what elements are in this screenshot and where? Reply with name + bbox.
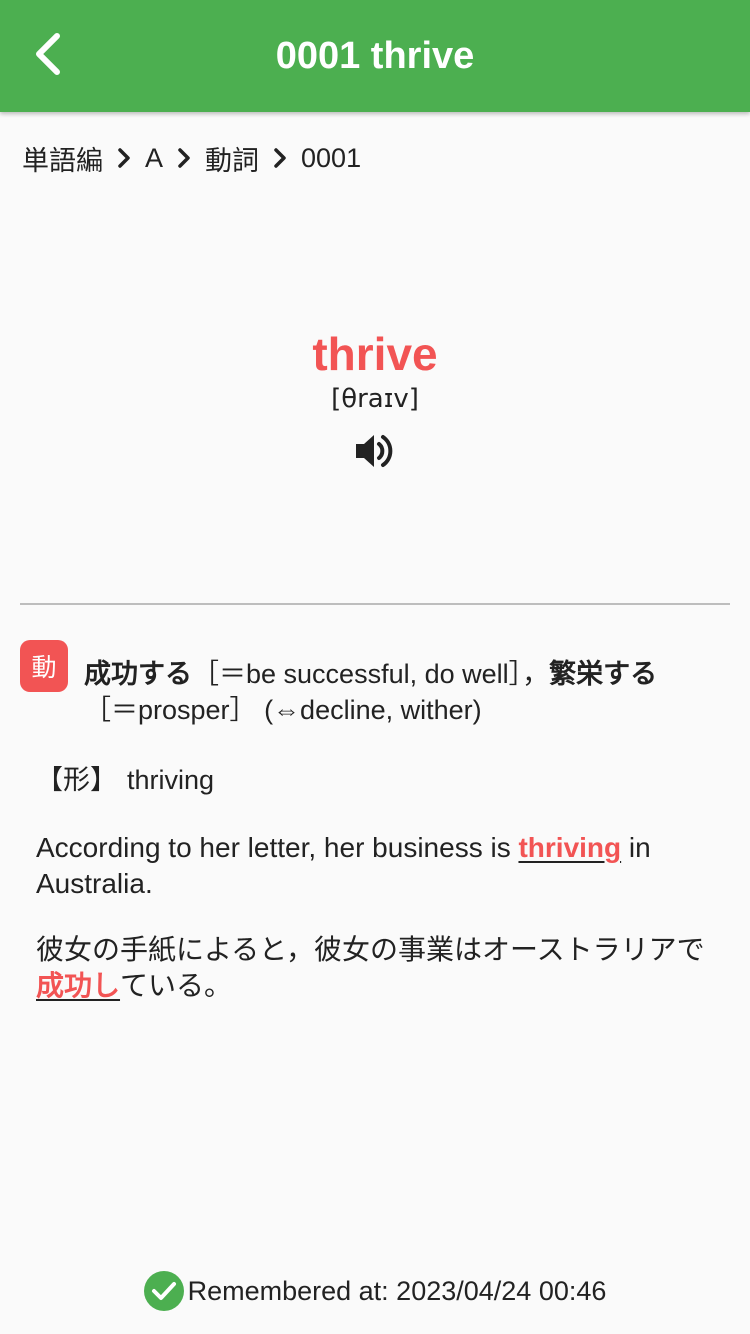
app-bar: 0001 thrive xyxy=(0,0,750,112)
sense-primary-gloss: ［＝be successful, do well］， xyxy=(192,659,550,689)
example-text: 彼女の手紙によると，彼女の事業はオーストラリアで xyxy=(36,934,705,965)
derived-form-tag: 【形】 xyxy=(36,765,117,795)
chevron-right-icon xyxy=(117,147,131,169)
sense-secondary: 繁栄する xyxy=(549,659,658,689)
play-audio-button[interactable] xyxy=(350,428,400,478)
breadcrumb-item-pos[interactable]: 動詞 xyxy=(203,139,261,178)
speaker-icon xyxy=(354,431,396,476)
pronunciation: [θraɪv] xyxy=(331,384,419,414)
definition: 成功する［＝be successful, do well］，繁栄する ［＝pros… xyxy=(84,656,704,728)
breadcrumb: 単語編 A 動詞 0001 xyxy=(20,138,363,178)
breadcrumb-item-number: 0001 xyxy=(301,142,362,173)
derived-form-word: thriving xyxy=(127,765,215,795)
breadcrumb-item-category[interactable]: 単語編 xyxy=(20,139,105,178)
example-text: ている。 xyxy=(120,970,233,1001)
headword: thrive xyxy=(312,328,438,380)
back-button[interactable] xyxy=(18,26,78,86)
chevron-right-icon xyxy=(273,147,287,169)
check-circle-icon xyxy=(143,1271,184,1311)
divider xyxy=(20,603,730,605)
chevron-right-icon xyxy=(177,147,191,169)
sense-secondary-gloss: ［＝prosper］ xyxy=(84,695,257,725)
chevron-left-icon xyxy=(33,32,63,81)
example-highlight: thriving xyxy=(518,832,622,863)
example-sentence-english: According to her letter, her business is… xyxy=(36,830,706,902)
page-title: 0001 thrive xyxy=(275,35,475,77)
example-sentence-japanese: 彼女の手紙によると，彼女の事業はオーストラリアで成功している。 xyxy=(36,932,706,1004)
headword-block: thrive [θraɪv] xyxy=(0,326,750,478)
remembered-at-text: Remembered at: 2023/04/24 00:46 xyxy=(187,1275,607,1306)
derived-form: 【形】 thriving xyxy=(36,762,214,798)
part-of-speech-badge: 動 xyxy=(20,640,68,692)
breadcrumb-item-letter[interactable]: A xyxy=(143,143,165,174)
remembered-status: Remembered at: 2023/04/24 00:46 xyxy=(0,1268,750,1314)
example-text: According to her letter, her business is xyxy=(36,832,519,863)
sense-primary: 成功する xyxy=(84,659,192,689)
antonyms: (⇔decline, wither) xyxy=(264,695,482,725)
example-highlight: 成功し xyxy=(36,970,121,1001)
